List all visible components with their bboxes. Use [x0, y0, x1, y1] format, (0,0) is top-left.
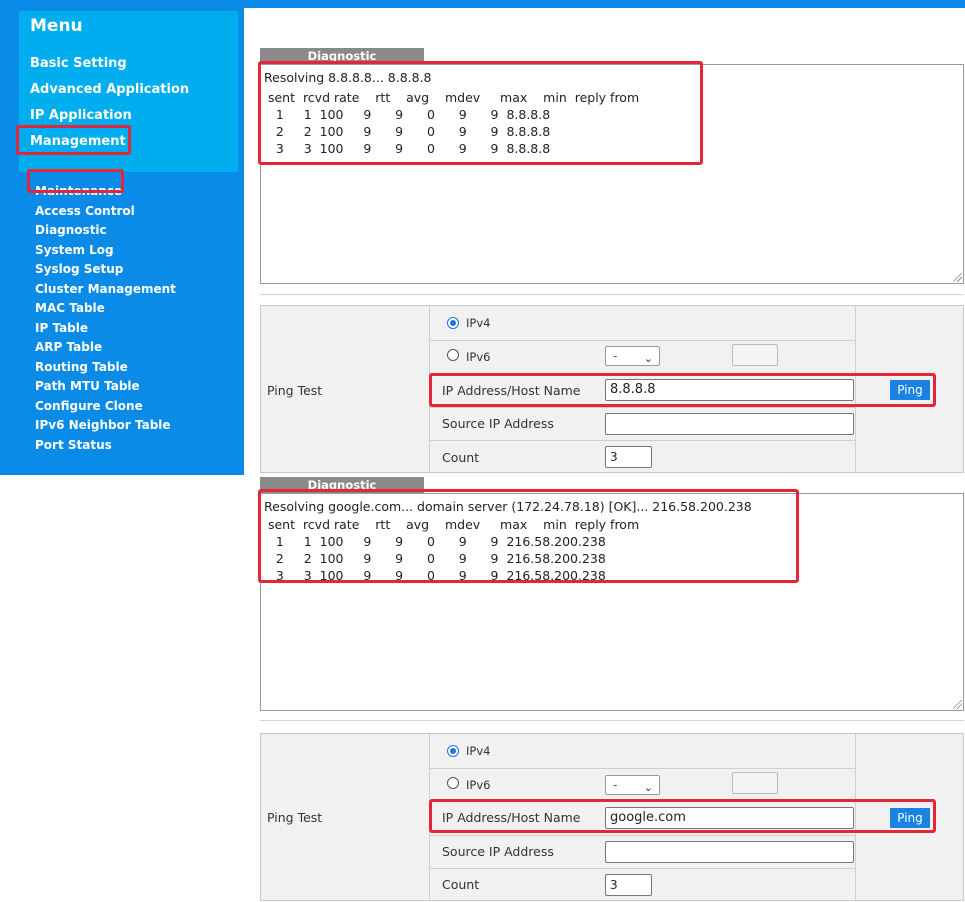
- count-label: Count: [442, 877, 480, 892]
- divider: [429, 440, 855, 441]
- submenu-mac-table[interactable]: MAC Table: [35, 299, 176, 319]
- ipv4-label: IPv4: [466, 744, 491, 758]
- ipv6-label: IPv6: [466, 778, 491, 792]
- submenu-routing-table[interactable]: Routing Table: [35, 358, 176, 378]
- menu-item-basic-setting[interactable]: Basic Setting: [30, 56, 127, 71]
- submenu-port-status[interactable]: Port Status: [35, 436, 176, 456]
- submenu-arp-table[interactable]: ARP Table: [35, 338, 176, 358]
- submenu-diagnostic[interactable]: Diagnostic: [35, 221, 176, 241]
- highlight-maintenance: [27, 169, 124, 193]
- submenu-configure-clone[interactable]: Configure Clone: [35, 397, 176, 417]
- resize-grip-icon[interactable]: [953, 273, 962, 282]
- count-input[interactable]: 3: [605, 874, 652, 896]
- count-label: Count: [442, 450, 480, 465]
- submenu-ip-table[interactable]: IP Table: [35, 319, 176, 339]
- chevron-down-icon: ⌄: [643, 352, 653, 365]
- submenu-access-control[interactable]: Access Control: [35, 202, 176, 222]
- source-ip-input[interactable]: [605, 841, 854, 863]
- ipv4-radio[interactable]: [447, 317, 459, 329]
- top-bar: [0, 0, 965, 8]
- highlight-output: [258, 61, 703, 165]
- divider: [429, 407, 855, 408]
- management-submenu: Maintenance Access Control Diagnostic Sy…: [35, 182, 176, 455]
- ipv6-label: IPv6: [466, 350, 491, 364]
- menu-item-advanced-application[interactable]: Advanced Application: [30, 82, 189, 97]
- resize-grip-icon[interactable]: [953, 700, 962, 709]
- divider: [429, 868, 855, 869]
- ipv6-interface-select[interactable]: - ⌄: [605, 775, 660, 795]
- ipv6-extra-field: [732, 344, 778, 366]
- submenu-path-mtu-table[interactable]: Path MTU Table: [35, 377, 176, 397]
- divider: [260, 720, 964, 721]
- menu-title: Menu: [30, 16, 83, 36]
- source-ip-input[interactable]: [605, 413, 854, 435]
- ipv6-interface-select[interactable]: - ⌄: [605, 346, 660, 366]
- divider: [260, 294, 964, 295]
- ipv4-radio[interactable]: [447, 745, 459, 757]
- ipv6-extra-field: [732, 772, 778, 794]
- source-ip-label: Source IP Address: [442, 844, 554, 859]
- submenu-syslog-setup[interactable]: Syslog Setup: [35, 260, 176, 280]
- menu-item-ip-application[interactable]: IP Application: [30, 108, 132, 123]
- ipv4-label: IPv4: [466, 316, 491, 330]
- sidebar: Menu Basic Setting Advanced Application …: [0, 8, 244, 475]
- divider: [429, 768, 855, 769]
- source-ip-label: Source IP Address: [442, 416, 554, 431]
- ping-test-label: Ping Test: [267, 383, 323, 398]
- ipv6-radio[interactable]: [447, 349, 459, 361]
- submenu-cluster-management[interactable]: Cluster Management: [35, 280, 176, 300]
- select-value: -: [613, 349, 618, 363]
- highlight-ip-row: [429, 373, 936, 407]
- ipv6-radio[interactable]: [447, 777, 459, 789]
- highlight-output: [258, 489, 799, 583]
- highlight-ip-row: [429, 799, 936, 833]
- submenu-system-log[interactable]: System Log: [35, 241, 176, 261]
- highlight-management: [16, 125, 131, 155]
- submenu-ipv6-neighbor-table[interactable]: IPv6 Neighbor Table: [35, 416, 176, 436]
- select-value: -: [613, 778, 618, 792]
- count-input[interactable]: 3: [605, 446, 652, 468]
- chevron-down-icon: ⌄: [643, 781, 653, 794]
- divider: [429, 835, 855, 836]
- ping-test-label: Ping Test: [267, 810, 323, 825]
- divider: [429, 340, 855, 341]
